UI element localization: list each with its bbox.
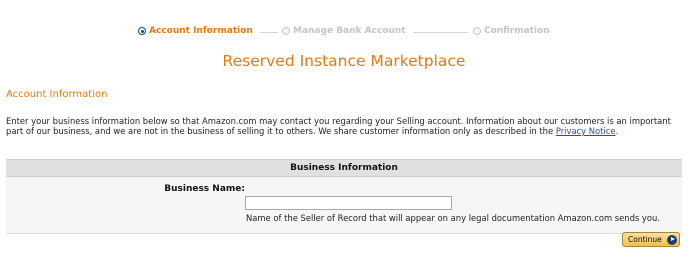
privacy-notice-link[interactable]: Privacy Notice: [556, 126, 616, 136]
step-label: Account Information: [149, 26, 253, 36]
intro-end: .: [615, 126, 619, 136]
step-manage-bank-account: Manage Bank Account: [282, 26, 406, 36]
table-header: Business Information: [6, 159, 682, 177]
continue-button[interactable]: Continue: [622, 232, 680, 247]
step-label: Manage Bank Account: [293, 26, 406, 36]
radio-empty-icon: [473, 27, 481, 35]
step-connector: [413, 32, 468, 33]
radio-selected-icon: [138, 27, 146, 35]
page-title: Reserved Instance Marketplace: [222, 52, 466, 70]
arrow-right-icon: [667, 234, 677, 245]
step-confirmation: Confirmation: [473, 26, 550, 36]
business-name-input[interactable]: [245, 196, 452, 210]
business-name-label: Business Name:: [164, 184, 245, 194]
progress-stepper: Account Information Manage Bank Account …: [0, 26, 688, 40]
continue-button-label: Continue: [628, 235, 662, 244]
step-account-information: Account Information: [138, 26, 253, 36]
step-connector: [260, 32, 278, 33]
section-heading: Account Information: [6, 89, 108, 100]
step-label: Confirmation: [484, 26, 550, 36]
radio-empty-icon: [282, 27, 290, 35]
business-name-help-text: Name of the Seller of Record that will a…: [246, 213, 660, 223]
intro-paragraph: Enter your business information below so…: [6, 116, 684, 136]
table-body: Business Name: Name of the Seller of Rec…: [6, 177, 682, 234]
business-information-table: Business Information Business Name: Name…: [6, 159, 682, 234]
